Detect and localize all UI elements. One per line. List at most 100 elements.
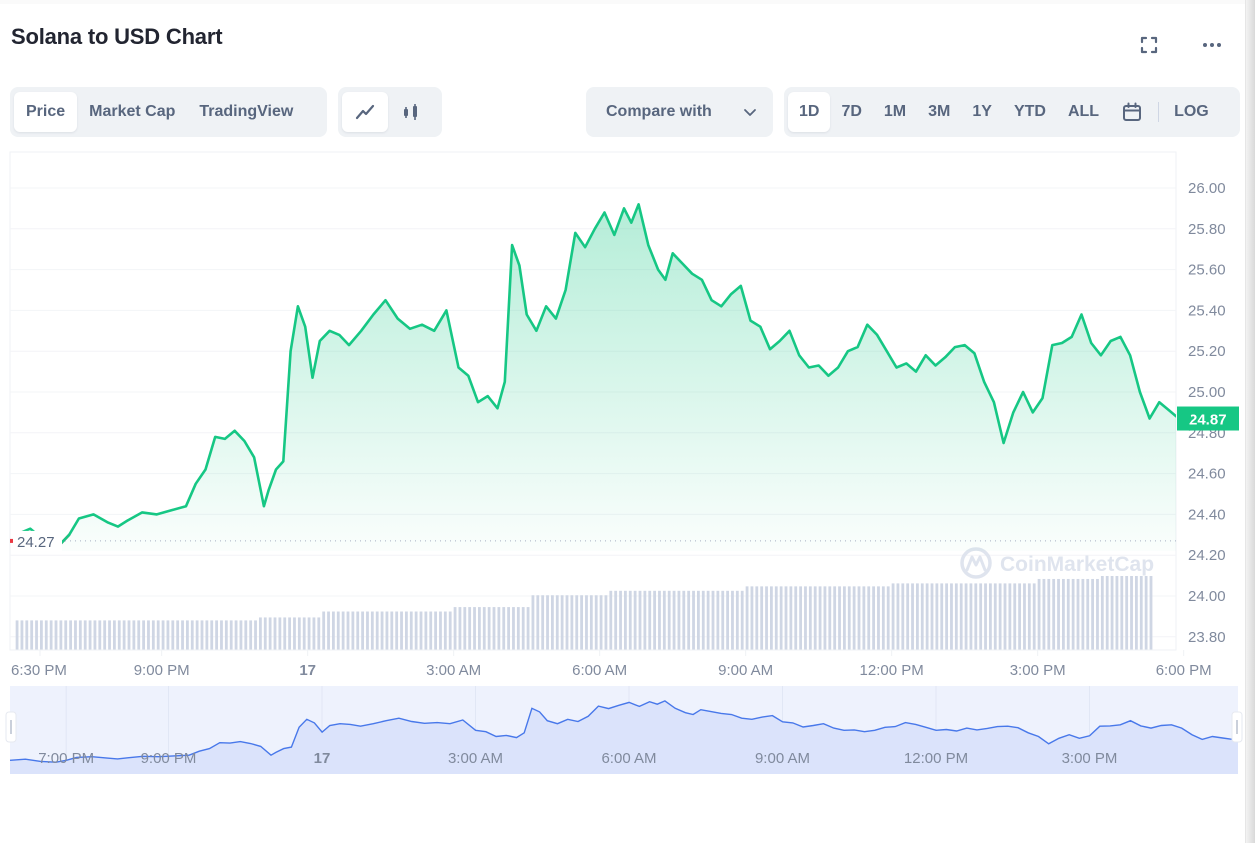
volume-bar bbox=[619, 590, 622, 650]
volume-bar bbox=[132, 620, 136, 650]
volume-bar bbox=[1018, 583, 1021, 650]
volume-bar bbox=[906, 583, 910, 650]
volume-bar bbox=[565, 595, 569, 650]
volume-bar bbox=[40, 620, 43, 650]
navigator-tick-label: 9:00 PM bbox=[141, 750, 197, 767]
volume-bar bbox=[896, 583, 900, 650]
volume-bar bbox=[142, 620, 145, 650]
volume-bar bbox=[220, 620, 223, 650]
volume-bar bbox=[979, 583, 983, 650]
line-chart-button[interactable] bbox=[342, 92, 388, 132]
volume-bar bbox=[891, 583, 895, 650]
y-tick-label: 25.60 bbox=[1188, 262, 1226, 279]
volume-bar bbox=[940, 583, 944, 650]
y-tick-label: 24.20 bbox=[1188, 547, 1226, 564]
volume-bar bbox=[176, 620, 180, 650]
range-1y[interactable]: 1Y bbox=[961, 92, 1003, 132]
volume-bar bbox=[151, 620, 155, 650]
volume-bar bbox=[959, 583, 963, 650]
volume-bar bbox=[400, 611, 403, 650]
page-title: Solana to USD Chart bbox=[11, 24, 223, 49]
page-scrollbar[interactable] bbox=[1245, 0, 1255, 843]
price-chart-svg[interactable]: CoinMarketCap 26.00 25.80 25.60 25.40 25.20 2… bbox=[0, 150, 1245, 780]
range-ytd[interactable]: YTD bbox=[1003, 92, 1057, 132]
volume-bar bbox=[969, 583, 973, 650]
navigator-tick-label: 12:00 PM bbox=[904, 750, 968, 767]
volume-bar bbox=[526, 607, 530, 650]
volume-bar bbox=[677, 590, 681, 650]
volume-bar bbox=[662, 590, 666, 650]
volume-bar bbox=[409, 611, 413, 650]
volume-bar bbox=[760, 586, 764, 650]
range-3m[interactable]: 3M bbox=[917, 92, 961, 132]
fullscreen-button[interactable] bbox=[1134, 30, 1164, 60]
volume-bar bbox=[901, 583, 905, 650]
volume-bar bbox=[468, 607, 472, 650]
tab-market-cap[interactable]: Market Cap bbox=[77, 92, 187, 132]
volume-bar bbox=[190, 620, 194, 650]
volume-bar bbox=[1003, 583, 1007, 650]
navigator-tick-label: 7:00 PM bbox=[38, 750, 94, 767]
volume-bar bbox=[740, 590, 744, 650]
volume-bar bbox=[332, 611, 335, 650]
volume-bar bbox=[492, 607, 496, 650]
volume-bar bbox=[643, 590, 647, 650]
candlestick-button[interactable] bbox=[388, 92, 434, 132]
volume-bar bbox=[1013, 583, 1017, 650]
volume-bar bbox=[234, 620, 238, 650]
range-all[interactable]: ALL bbox=[1057, 92, 1110, 132]
tab-price[interactable]: Price bbox=[14, 92, 78, 132]
volume-bar bbox=[35, 620, 38, 650]
volume-bar bbox=[828, 586, 832, 650]
volume-bar bbox=[989, 583, 992, 650]
tab-tradingview[interactable]: TradingView bbox=[187, 92, 305, 132]
navigator-tick-label: 3:00 AM bbox=[448, 750, 503, 767]
volume-bar bbox=[964, 583, 968, 650]
compare-with-dropdown[interactable]: Compare with bbox=[586, 87, 773, 137]
volume-bar bbox=[215, 620, 218, 650]
volume-bar bbox=[317, 617, 321, 650]
volume-bar bbox=[1032, 583, 1036, 650]
range-1d[interactable]: 1D bbox=[788, 92, 831, 132]
volume-bar bbox=[580, 595, 583, 650]
range-7d[interactable]: 7D bbox=[830, 92, 872, 132]
more-options-button[interactable] bbox=[1197, 30, 1227, 60]
volume-bar bbox=[263, 617, 267, 650]
volume-bar bbox=[336, 611, 340, 650]
volume-bar bbox=[181, 620, 184, 650]
volume-bar bbox=[385, 611, 389, 650]
volume-bar bbox=[974, 583, 978, 650]
last-price-dot bbox=[1179, 412, 1192, 425]
price-chart[interactable]: CoinMarketCap 26.00 25.80 25.60 25.40 25.20 2… bbox=[0, 150, 1245, 780]
volume-bar bbox=[356, 611, 360, 650]
log-scale-toggle[interactable]: LOG bbox=[1163, 92, 1220, 132]
volume-bar bbox=[925, 583, 929, 650]
x-tick-label: 3:00 AM bbox=[426, 662, 481, 679]
volume-bar bbox=[731, 590, 734, 650]
more-horizontal-icon bbox=[1203, 43, 1221, 47]
volume-bar bbox=[351, 611, 355, 650]
volume-bar bbox=[15, 620, 19, 650]
volume-bar bbox=[414, 611, 418, 650]
volume-bar bbox=[911, 583, 914, 650]
date-range-button[interactable] bbox=[1110, 92, 1154, 132]
volume-bar bbox=[487, 607, 491, 650]
volume-bar bbox=[210, 620, 214, 650]
volume-bar bbox=[560, 595, 564, 650]
coinmarketcap-watermark: CoinMarketCap bbox=[960, 547, 1154, 579]
volume-bar bbox=[716, 590, 720, 650]
volume-bar bbox=[1066, 578, 1070, 650]
volume-bar bbox=[88, 620, 92, 650]
volume-bar bbox=[1057, 578, 1060, 650]
range-1m[interactable]: 1M bbox=[873, 92, 917, 132]
navigator[interactable]: 7:00 PM 9:00 PM 17 3:00 AM 6:00 AM 9:00 AM 12:… bbox=[5, 686, 1243, 774]
volume-bar bbox=[852, 586, 856, 650]
volume-bar bbox=[1139, 576, 1143, 650]
volume-bar bbox=[390, 611, 394, 650]
volume-bar bbox=[808, 586, 812, 650]
volume-bar bbox=[1027, 583, 1031, 650]
volume-bar bbox=[278, 617, 282, 650]
volume-bar bbox=[341, 611, 345, 650]
volume-bar bbox=[823, 586, 827, 650]
open-price-label: 24.27 bbox=[17, 534, 55, 551]
